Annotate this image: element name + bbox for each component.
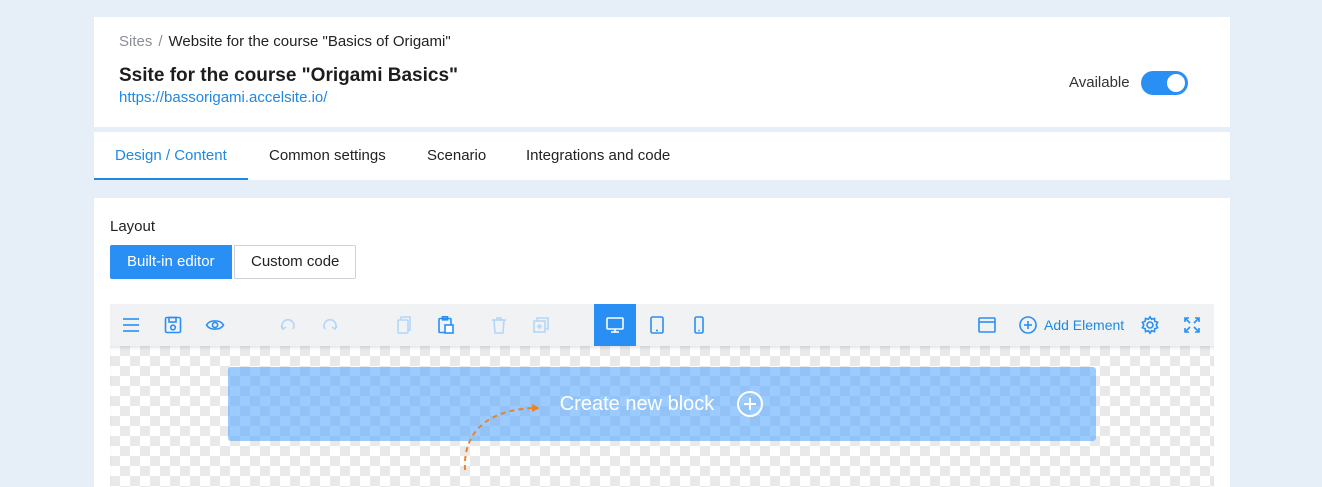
tab-scenario[interactable]: Scenario xyxy=(406,132,507,180)
custom-code-button[interactable]: Custom code xyxy=(234,245,357,279)
design-content-panel: Layout Built-in editor Custom code Add E… xyxy=(94,198,1230,487)
delete-icon[interactable] xyxy=(478,304,520,346)
create-new-block-label: Create new block xyxy=(559,392,715,415)
duplicate-icon[interactable] xyxy=(520,304,562,346)
breadcrumb-current: Website for the course "Basics of Origam… xyxy=(168,33,451,50)
toggle-knob xyxy=(1167,74,1185,92)
undo-icon[interactable] xyxy=(267,304,309,346)
availability-label: Available xyxy=(1069,74,1130,91)
breadcrumb-sites-link[interactable]: Sites xyxy=(119,33,152,50)
tab-integrations-code[interactable]: Integrations and code xyxy=(505,132,691,180)
menu-icon[interactable] xyxy=(110,304,152,346)
layout-label: Layout xyxy=(110,218,156,235)
built-in-editor-button[interactable]: Built-in editor xyxy=(110,245,232,279)
breadcrumb: Sites / Website for the course "Basics of … xyxy=(119,33,451,50)
tablet-icon[interactable] xyxy=(636,304,678,346)
page-editor: Add Element Create new block xyxy=(110,304,1214,487)
redo-icon[interactable] xyxy=(309,304,351,346)
tab-design-content[interactable]: Design / Content xyxy=(94,132,248,180)
availability-toggle[interactable] xyxy=(1141,71,1188,95)
window-icon[interactable] xyxy=(966,304,1008,346)
editor-toolbar: Add Element xyxy=(110,304,1214,346)
create-new-block-button[interactable]: Create new block xyxy=(228,367,1096,441)
add-circle-icon xyxy=(1019,316,1037,334)
breadcrumb-separator: / xyxy=(158,33,163,50)
fullscreen-icon[interactable] xyxy=(1171,304,1213,346)
preview-eye-icon[interactable] xyxy=(194,304,236,346)
desktop-icon[interactable] xyxy=(594,304,636,346)
plus-circle-icon xyxy=(737,391,764,417)
add-element-label: Add Element xyxy=(1044,317,1125,333)
paste-icon[interactable] xyxy=(425,304,467,346)
site-url-link[interactable]: https://bassorigami.accelsite.io/ xyxy=(119,89,327,106)
mobile-icon[interactable] xyxy=(678,304,720,346)
site-header: Sites / Website for the course "Basics of … xyxy=(94,17,1230,127)
page-title: Ssite for the course "Origami Basics" xyxy=(119,65,459,86)
add-element-button[interactable]: Add Element xyxy=(1018,304,1124,346)
tab-common-settings[interactable]: Common settings xyxy=(248,132,407,180)
gear-icon[interactable] xyxy=(1129,304,1171,346)
editor-canvas[interactable]: Create new block xyxy=(110,346,1214,487)
copy-icon[interactable] xyxy=(383,304,425,346)
hint-arrow-icon xyxy=(463,404,540,471)
save-icon[interactable] xyxy=(152,304,194,346)
tab-bar: Design / Content Common settings Scenari… xyxy=(94,132,1230,180)
